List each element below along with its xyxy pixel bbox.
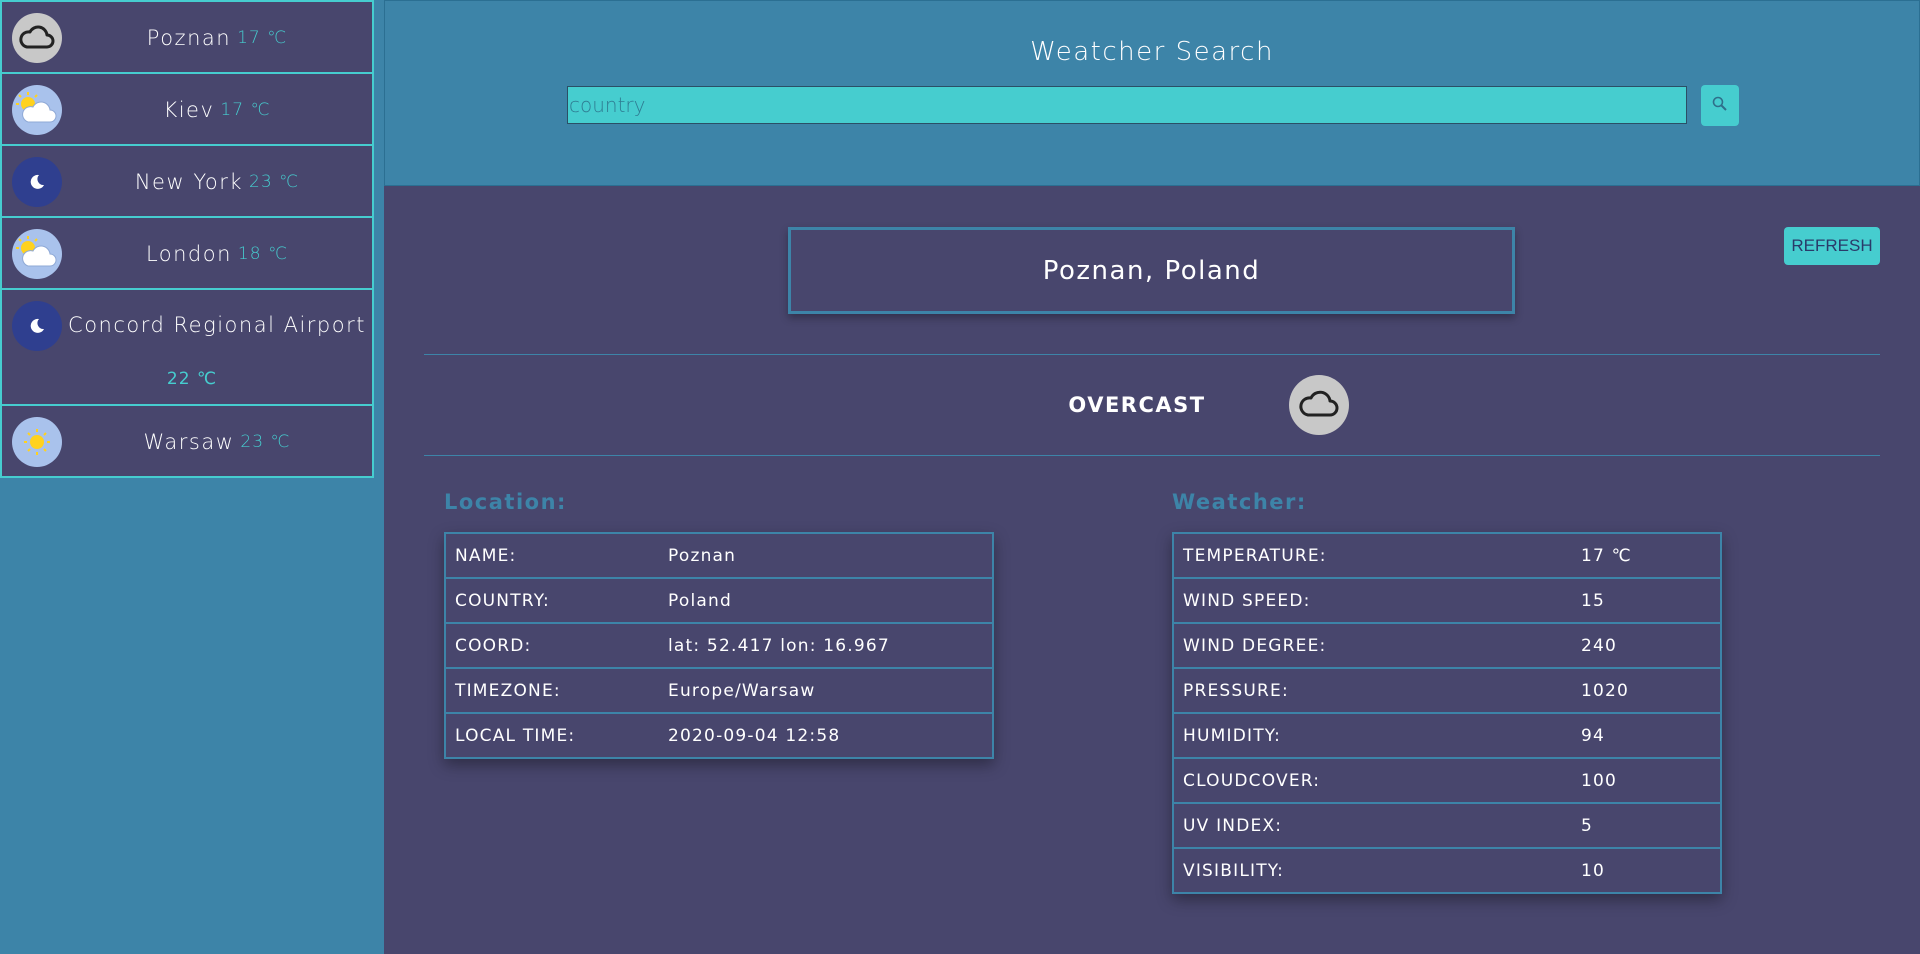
row-key: WIND SPEED: [1172,577,1572,624]
city-item-london[interactable]: London 18 ℃ [0,216,374,290]
table-row: LOCAL TIME: 2020-09-04 12:58 [444,712,994,759]
city-item-warsaw[interactable]: Warsaw 23 ℃ [0,404,374,478]
location-table: NAME: Poznan COUNTRY: Poland COORD: lat: 52… [444,532,994,759]
city-item-poznan[interactable]: Poznan 17 ℃ [0,0,374,74]
divider [424,354,1880,355]
row-value: 17 ℃ [1572,532,1722,579]
city-name: Warsaw [143,430,235,454]
row-key: LOCAL TIME: [444,712,659,759]
table-row: WIND SPEED: 15 [1172,577,1722,624]
table-row: COUNTRY: Poland [444,577,994,624]
table-row: PRESSURE: 1020 [1172,667,1722,714]
row-value: 5 [1572,802,1722,849]
table-row: COORD: lat: 52.417 lon: 16.967 [444,622,994,669]
table-row: TEMPERATURE: 17 ℃ [1172,532,1722,579]
partly-cloudy-icon [12,85,62,135]
city-name: London [145,242,232,266]
city-name: Kiev [163,98,215,122]
row-key: TIMEZONE: [444,667,659,714]
row-key: PRESSURE: [1172,667,1572,714]
refresh-button[interactable]: REFRESH [1784,227,1880,265]
row-value: 10 [1572,847,1722,894]
row-value: Europe/Warsaw [659,667,994,714]
city-item-new-york[interactable]: New York 23 ℃ [0,144,374,218]
table-row: TIMEZONE: Europe/Warsaw [444,667,994,714]
row-value: 2020-09-04 12:58 [659,712,994,759]
city-item-concord-regional-airport[interactable]: Concord Regional Airport 22 ℃ [0,288,374,406]
row-value: 100 [1572,757,1722,804]
location-title: Location: [444,490,567,514]
weather-table: TEMPERATURE: 17 ℃ WIND SPEED: 15 WIND DEGR… [1172,532,1722,894]
condition-label: OVERCAST [1068,393,1206,417]
divider [424,455,1880,456]
row-key: UV INDEX: [1172,802,1572,849]
city-temp: 23 ℃ [240,432,291,452]
partly-cloudy-icon [12,229,62,279]
sun-icon [12,417,62,467]
table-row: VISIBILITY: 10 [1172,847,1722,894]
place-title: Poznan, Poland [788,227,1515,314]
city-temp: 17 ℃ [237,28,288,48]
row-key: WIND DEGREE: [1172,622,1572,669]
moon-icon [12,157,62,207]
city-name: Concord Regional Airport [68,313,366,337]
city-temp: 17 ℃ [220,100,271,120]
row-key: CLOUDCOVER: [1172,757,1572,804]
search-icon [1711,95,1729,116]
cloud-icon [1289,375,1349,435]
city-sidebar: Poznan 17 ℃ Kiev 17 ℃ New York 23 ℃ Lond… [0,0,374,478]
table-row: CLOUDCOVER: 100 [1172,757,1722,804]
city-temp: 23 ℃ [249,172,300,192]
row-value: 15 [1572,577,1722,624]
city-temp: 22 ℃ [166,369,218,389]
weather-details: Poznan, Poland REFRESH OVERCAST Location… [384,186,1920,954]
row-value: 94 [1572,712,1722,759]
table-row: UV INDEX: 5 [1172,802,1722,849]
city-temp: 18 ℃ [237,244,289,264]
table-row: WIND DEGREE: 240 [1172,622,1722,669]
row-key: HUMIDITY: [1172,712,1572,759]
moon-icon [12,301,62,351]
city-name: New York [134,170,244,194]
search-header: Weatcher Search [384,0,1920,186]
row-key: COUNTRY: [444,577,659,624]
row-key: VISIBILITY: [1172,847,1572,894]
row-key: NAME: [444,532,659,579]
table-row: NAME: Poznan [444,532,994,579]
search-button[interactable] [1701,85,1739,126]
row-key: TEMPERATURE: [1172,532,1572,579]
page-title: Weatcher Search [1030,37,1274,67]
row-value: Poland [659,577,994,624]
row-value: 240 [1572,622,1722,669]
city-name: Poznan [146,26,232,50]
weather-title: Weatcher: [1172,490,1307,514]
search-input[interactable] [567,86,1687,124]
row-value: 1020 [1572,667,1722,714]
cloud-icon [12,13,62,63]
row-key: COORD: [444,622,659,669]
table-row: HUMIDITY: 94 [1172,712,1722,759]
row-value: Poznan [659,532,994,579]
row-value: lat: 52.417 lon: 16.967 [659,622,994,669]
city-item-kiev[interactable]: Kiev 17 ℃ [0,72,374,146]
